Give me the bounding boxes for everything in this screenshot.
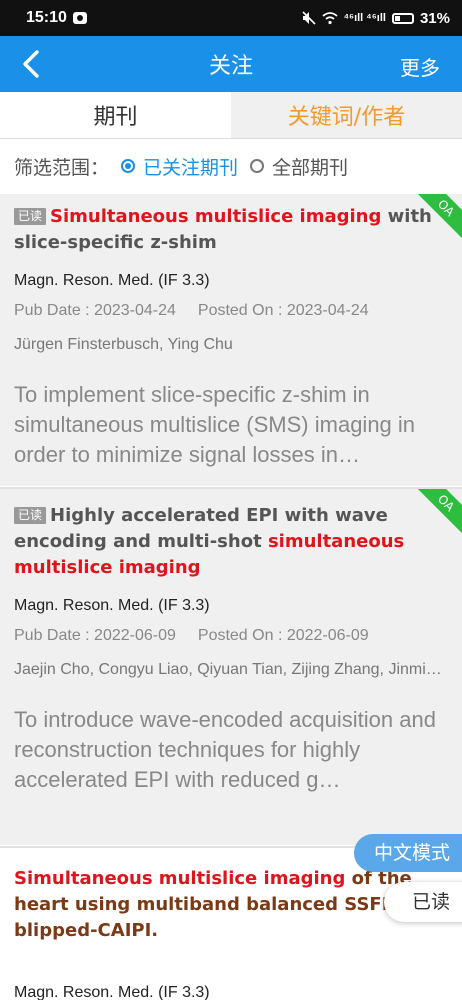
article-card[interactable]: OA 已读 Highly accelerated EPI with wave en… <box>0 489 462 845</box>
more-button[interactable]: 更多 <box>400 52 440 81</box>
article-card[interactable]: OA 已读 Simultaneous multislice imaging wit… <box>0 194 462 486</box>
option-all-journals[interactable]: 全部期刊 <box>272 153 348 180</box>
mute-icon <box>301 11 316 25</box>
title-highlight: Simultaneous multislice imaging <box>50 206 382 227</box>
battery-icon <box>391 12 414 24</box>
wifi-icon <box>321 12 338 25</box>
article-abstract: To introduce wave-encoded acquisition an… <box>14 707 436 792</box>
page-title: 关注 <box>208 54 253 79</box>
filter-row: 筛选范围： 已关注期刊 全部期刊 <box>0 138 462 194</box>
filter-label: 筛选范围： <box>14 156 110 179</box>
read-tag: 已读 <box>14 507 47 524</box>
journal-name: Magn. Reson. Med. (IF 3.3) <box>14 597 210 614</box>
tab-journals[interactable]: 期刊 <box>0 92 231 138</box>
option-followed-journals[interactable]: 已关注期刊 <box>143 153 238 180</box>
posted-on: Posted On : 2022-06-09 <box>197 627 369 644</box>
article-abstract: To implement slice-specific z-shim in si… <box>14 382 416 467</box>
radio-all-journals[interactable] <box>250 159 265 173</box>
journal-name: Magn. Reson. Med. (IF 3.3) <box>14 272 210 289</box>
status-bar: 15:10 ⁴⁶ıll ⁴⁶ıll 31% <box>0 0 462 36</box>
article-authors: Jaejin Cho, Congyu Liao, Qiyuan Tian, Zi… <box>14 661 448 678</box>
top-navbar: 关注 更多 <box>0 36 462 92</box>
status-icons: ⁴⁶ıll ⁴⁶ıll 31% <box>301 9 450 27</box>
battery-percent: 31% <box>419 9 450 27</box>
tab-bar: 期刊 关键词/作者 <box>0 92 462 139</box>
read-tag: 已读 <box>14 208 47 225</box>
status-time: 15:10 <box>26 9 67 26</box>
notification-icon <box>72 12 87 24</box>
article-dates: Pub Date : 2023-04-24 Posted On : 2023-04… <box>14 302 448 320</box>
title-highlight: Simultaneous multislice imaging <box>14 868 346 889</box>
journal-name: Magn. Reson. Med. (IF 3.3) <box>14 984 210 1000</box>
article-title: 已读 Simultaneous multislice imaging with s… <box>14 204 448 256</box>
posted-on: Posted On : 2023-04-24 <box>197 302 369 319</box>
signal-icon: ⁴⁶ıll ⁴⁶ıll <box>343 12 386 24</box>
article-dates: Pub Date : 2022-06-09 Posted On : 2022-06… <box>14 627 448 645</box>
article-authors: Jürgen Finsterbusch, Ying Chu <box>14 336 233 353</box>
pub-date: Pub Date : 2022-06-09 <box>14 627 176 644</box>
article-title: 已读 Highly accelerated EPI with wave encod… <box>14 503 448 581</box>
mark-read-button[interactable]: 已读 <box>384 882 462 922</box>
radio-followed-journals[interactable] <box>121 159 136 173</box>
chinese-mode-button[interactable]: 中文模式 <box>354 834 462 872</box>
back-arrow-icon[interactable] <box>16 48 48 80</box>
pub-date: Pub Date : 2023-04-24 <box>14 302 176 319</box>
tab-keywords-authors[interactable]: 关键词/作者 <box>231 92 462 138</box>
article-title: Simultaneous multislice imaging of the h… <box>14 866 448 944</box>
